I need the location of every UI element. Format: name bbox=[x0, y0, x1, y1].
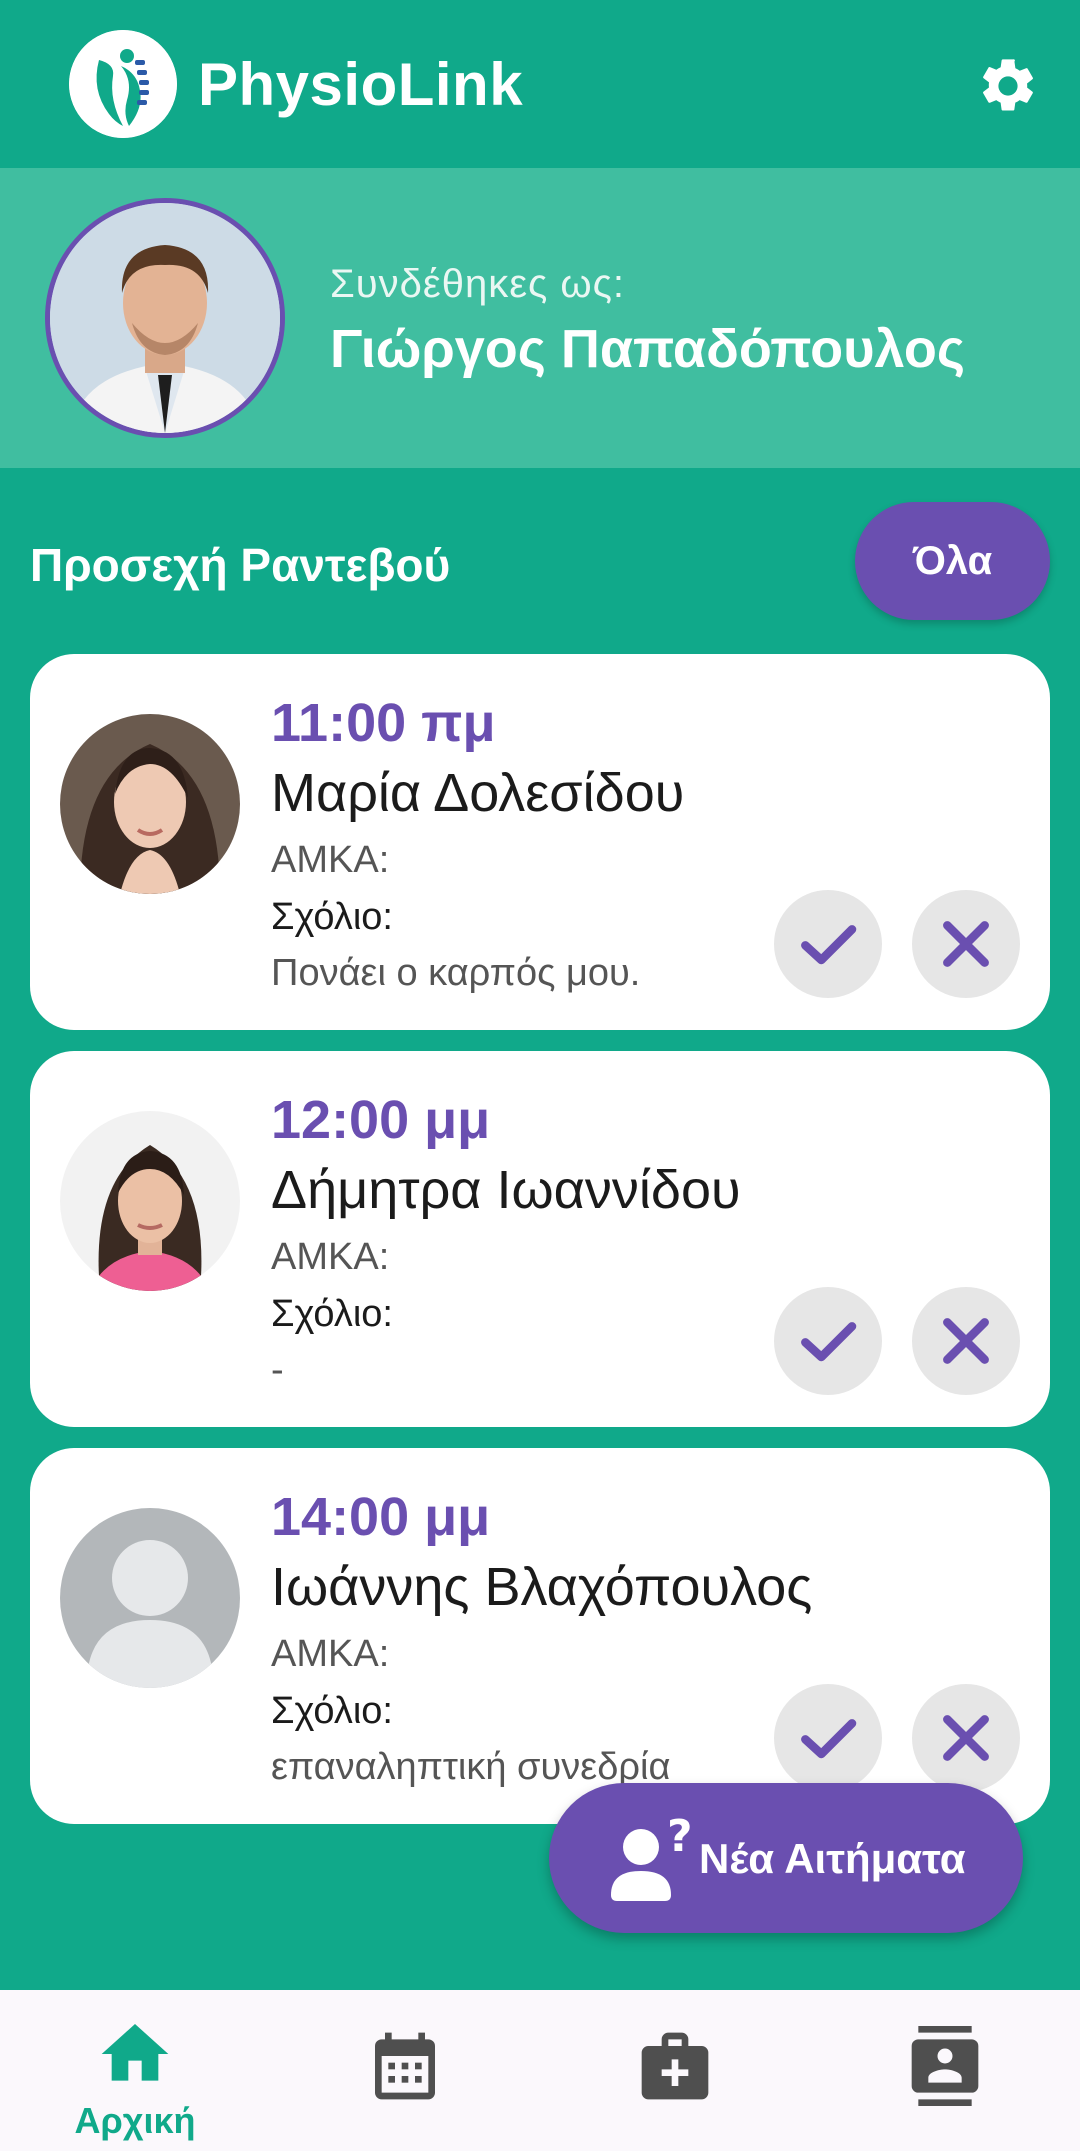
new-requests-label: Νέα Αιτήματα bbox=[699, 1835, 966, 1882]
accept-button[interactable] bbox=[774, 890, 882, 998]
new-requests-fab[interactable]: ? Νέα Αιτήματα bbox=[549, 1783, 1023, 1933]
calendar-icon bbox=[375, 2032, 435, 2100]
doctor-avatar-icon bbox=[50, 203, 280, 433]
close-icon bbox=[943, 1715, 989, 1761]
comment-text: επαναληπτική συνεδρία bbox=[271, 1746, 671, 1788]
comment-label: Σχόλιο: bbox=[271, 896, 393, 938]
reject-button[interactable] bbox=[912, 1684, 1020, 1792]
patient-avatar bbox=[60, 1111, 240, 1291]
check-icon bbox=[801, 1322, 857, 1362]
profile-band: Συνδέθηκες ως: Γιώργος Παπαδόπουλος bbox=[0, 168, 1080, 468]
accept-button[interactable] bbox=[774, 1684, 882, 1792]
signed-in-label: Συνδέθηκες ως: bbox=[330, 262, 626, 306]
appointment-card[interactable]: 11:00 πμ Μαρία Δολεσίδου ΑΜΚΑ: Σχόλιο: Π… bbox=[30, 654, 1050, 1030]
appointment-time: 14:00 μμ bbox=[271, 1487, 491, 1547]
check-icon bbox=[801, 1719, 857, 1759]
accept-button[interactable] bbox=[774, 1287, 882, 1395]
patient-name: Δήμητρα Ιωαννίδου bbox=[271, 1160, 741, 1220]
reject-button[interactable] bbox=[912, 1287, 1020, 1395]
amka-label: ΑΜΚΑ: bbox=[271, 1633, 390, 1675]
check-icon bbox=[801, 925, 857, 965]
appointment-time: 12:00 μμ bbox=[271, 1090, 491, 1150]
nav-item-contacts[interactable] bbox=[810, 1990, 1080, 2151]
close-icon bbox=[943, 921, 989, 967]
default-avatar-icon bbox=[60, 1508, 240, 1688]
view-all-button[interactable]: Όλα bbox=[855, 502, 1050, 620]
medical-kit-icon bbox=[641, 2032, 709, 2100]
svg-text:?: ? bbox=[667, 1811, 693, 1862]
gear-icon bbox=[983, 59, 1033, 111]
patient-name: Ιωάννης Βλαχόπουλος bbox=[271, 1557, 813, 1617]
nav-item-calendar[interactable] bbox=[270, 1990, 540, 2151]
settings-button[interactable] bbox=[972, 50, 1044, 122]
appointment-card[interactable]: 14:00 μμ Ιωάννης Βλαχόπουλος ΑΜΚΑ: Σχόλι… bbox=[30, 1448, 1050, 1824]
contacts-icon bbox=[911, 2026, 979, 2106]
appointment-card[interactable]: 12:00 μμ Δήμητρα Ιωαννίδου ΑΜΚΑ: Σχόλιο:… bbox=[30, 1051, 1050, 1427]
app-bar: PhysioLink bbox=[0, 0, 1080, 168]
nav-item-medical[interactable] bbox=[540, 1990, 810, 2151]
appointment-time: 11:00 πμ bbox=[271, 693, 496, 753]
comment-label: Σχόλιο: bbox=[271, 1293, 393, 1335]
bottom-navigation: Αρχική bbox=[0, 1990, 1080, 2151]
comment-text: Πονάει ο καρπός μου. bbox=[271, 952, 641, 994]
app-logo bbox=[69, 30, 177, 138]
patient-avatar bbox=[60, 1508, 240, 1688]
spine-logo-icon bbox=[69, 30, 177, 138]
close-icon bbox=[943, 1318, 989, 1364]
comment-text: - bbox=[271, 1349, 284, 1391]
reject-button[interactable] bbox=[912, 890, 1020, 998]
nav-label-home: Αρχική bbox=[74, 2100, 196, 2141]
comment-label: Σχόλιο: bbox=[271, 1690, 393, 1732]
amka-label: ΑΜΚΑ: bbox=[271, 1236, 390, 1278]
patient-photo-icon bbox=[60, 1111, 240, 1291]
home-icon bbox=[101, 2024, 169, 2081]
app-title: PhysioLink bbox=[198, 51, 524, 118]
patient-photo-icon bbox=[60, 714, 240, 894]
section-title: Προσεχή Ραντεβού bbox=[30, 539, 451, 591]
patient-name: Μαρία Δολεσίδου bbox=[271, 763, 685, 823]
person-question-icon: ? bbox=[611, 1811, 693, 1901]
user-avatar[interactable] bbox=[45, 198, 285, 438]
user-name: Γιώργος Παπαδόπουλος bbox=[330, 319, 966, 379]
nav-item-home[interactable]: Αρχική bbox=[0, 1990, 270, 2151]
amka-label: ΑΜΚΑ: bbox=[271, 839, 390, 881]
patient-avatar bbox=[60, 714, 240, 894]
